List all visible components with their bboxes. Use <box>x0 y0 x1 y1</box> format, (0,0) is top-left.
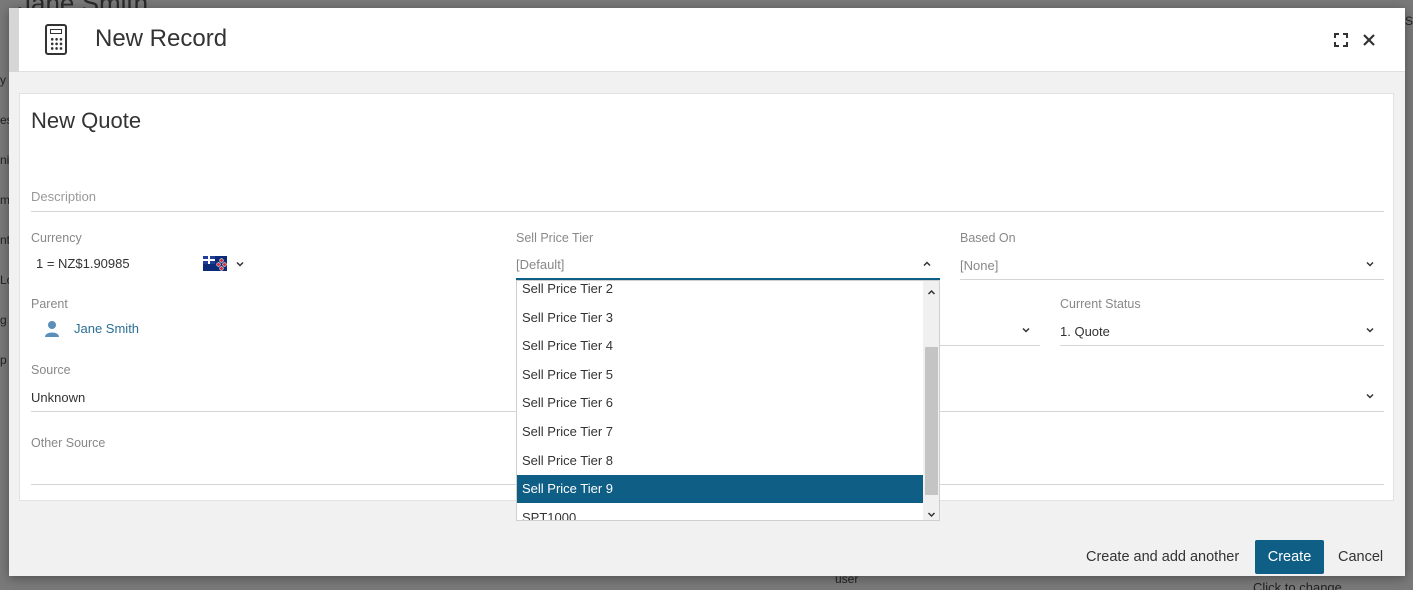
sell-price-tier-select[interactable]: [Default] <box>516 257 564 272</box>
source-select[interactable]: Unknown <box>31 390 85 405</box>
header-stripe <box>9 8 19 72</box>
parent-label: Parent <box>31 297 68 311</box>
dropdown-option[interactable]: Sell Price Tier 3 <box>517 304 923 332</box>
dropdown-option[interactable]: Sell Price Tier 8 <box>517 447 923 475</box>
current-status-select[interactable]: 1. Quote <box>1060 324 1110 339</box>
modal-title: New Record <box>95 25 228 52</box>
scrollbar-thumb[interactable] <box>925 347 938 495</box>
current-status-label: Current Status <box>1060 297 1141 311</box>
based-on-underline <box>960 279 1384 280</box>
currency-value: 1 = NZ$1.90985 <box>36 256 130 271</box>
dropdown-option[interactable]: SPT1000 <box>517 504 923 520</box>
current-status-underline <box>1060 345 1384 346</box>
sell-price-tier-dropdown[interactable]: Sell Price Tier 2 Sell Price Tier 3 Sell… <box>516 280 940 521</box>
currency-chevron-down-icon[interactable] <box>234 258 246 270</box>
dropdown-option[interactable]: Sell Price Tier 4 <box>517 332 923 360</box>
expand-icon[interactable] <box>1331 30 1351 50</box>
scroll-down-icon[interactable] <box>926 507 937 518</box>
scroll-up-icon[interactable] <box>926 285 937 296</box>
parent-link[interactable]: Jane Smith <box>74 321 139 336</box>
dropdown-option-selected[interactable]: Sell Price Tier 9 <box>517 475 923 503</box>
form-title: New Quote <box>31 108 142 133</box>
based-on-label: Based On <box>960 231 1016 245</box>
dropdown-option[interactable]: Sell Price Tier 7 <box>517 418 923 446</box>
dropdown-scrollbar[interactable] <box>923 281 939 520</box>
description-underline <box>31 211 1384 212</box>
sell-price-tier-label: Sell Price Tier <box>516 231 594 245</box>
close-icon[interactable] <box>1359 30 1379 50</box>
modal-header: New Record <box>9 8 1405 72</box>
modal-footer: Create and add another Create Cancel <box>9 520 1405 576</box>
source-label: Source <box>31 363 71 377</box>
dropdown-option[interactable]: Sell Price Tier 5 <box>517 361 923 389</box>
based-on-select[interactable]: [None] <box>960 258 998 273</box>
sell-price-tier-chevron-up-icon[interactable] <box>921 258 933 270</box>
other-source-label: Other Source <box>31 436 106 450</box>
source-chevron-down-icon[interactable] <box>1364 390 1376 402</box>
nz-flag-icon[interactable] <box>203 256 227 271</box>
create-and-add-another-button[interactable]: Create and add another <box>1086 549 1239 565</box>
dropdown-option[interactable]: Sell Price Tier 2 <box>517 281 923 303</box>
currency-label: Currency <box>31 231 82 245</box>
description-field[interactable]: Description <box>31 189 96 204</box>
cancel-button[interactable]: Cancel <box>1338 549 1383 565</box>
based-on-chevron-down-icon[interactable] <box>1364 258 1376 270</box>
current-status-chevron-down-icon[interactable] <box>1364 324 1376 336</box>
field-underline <box>940 345 1040 346</box>
dropdown-option[interactable]: Sell Price Tier 6 <box>517 389 923 417</box>
person-icon <box>44 320 60 338</box>
calculator-icon <box>45 24 67 55</box>
field-chevron-down-icon[interactable] <box>1020 324 1032 336</box>
create-button[interactable]: Create <box>1255 540 1324 574</box>
